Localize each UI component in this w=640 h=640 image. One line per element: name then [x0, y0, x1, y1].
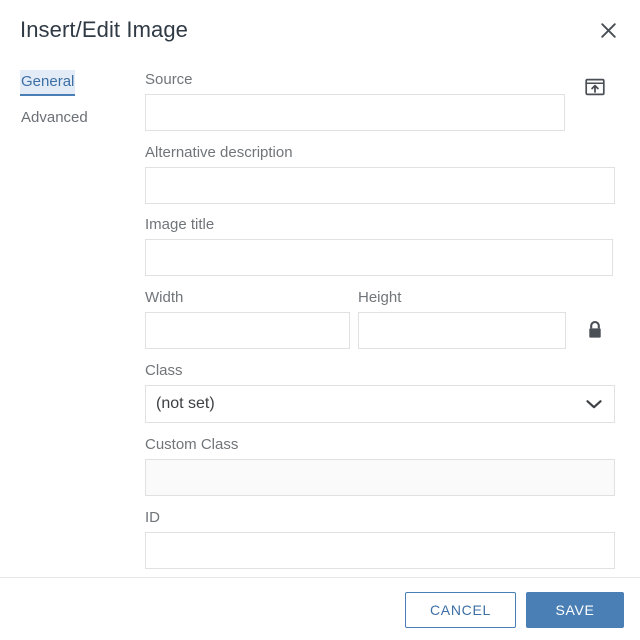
alt-description-label: Alternative description: [145, 144, 293, 161]
dialog-tab-rail: General Advanced: [20, 70, 130, 142]
close-icon: [600, 22, 617, 39]
lock-closed-icon: [586, 320, 604, 343]
id-label: ID: [145, 509, 160, 526]
class-label: Class: [145, 362, 183, 379]
id-input[interactable]: [145, 532, 615, 569]
field-custom-class: Custom Class: [145, 435, 620, 496]
alt-description-input[interactable]: [145, 167, 615, 204]
constrain-proportions-button[interactable]: [580, 313, 610, 349]
custom-class-label: Custom Class: [145, 436, 239, 453]
image-title-input[interactable]: [145, 239, 613, 276]
field-id: ID: [145, 508, 620, 569]
save-button[interactable]: SAVE: [526, 592, 624, 628]
class-select[interactable]: (not set): [145, 385, 615, 423]
dialog-header: Insert/Edit Image: [0, 0, 640, 58]
tab-advanced[interactable]: Advanced: [20, 106, 89, 130]
height-input[interactable]: [358, 312, 566, 349]
dialog-footer: CANCEL SAVE: [0, 578, 640, 640]
insert-edit-image-dialog: Insert/Edit Image General Advanced Sourc…: [0, 0, 640, 640]
browse-source-button[interactable]: [578, 70, 612, 107]
custom-class-input[interactable]: [145, 459, 615, 496]
dialog-title: Insert/Edit Image: [20, 17, 188, 42]
close-button[interactable]: [592, 14, 624, 46]
source-label: Source: [145, 71, 193, 88]
image-title-label: Image title: [145, 216, 215, 233]
field-alt-description: Alternative description: [145, 143, 620, 204]
class-select-value: (not set): [156, 395, 215, 412]
field-image-title: Image title: [145, 215, 620, 276]
source-input[interactable]: [145, 94, 565, 131]
width-label: Width: [145, 289, 184, 306]
height-label: Height: [358, 289, 402, 306]
width-input[interactable]: [145, 312, 350, 349]
cancel-button[interactable]: CANCEL: [405, 592, 516, 628]
image-form: Source Alternative description Image tit…: [145, 70, 620, 569]
upload-image-icon: [584, 76, 606, 101]
field-dimensions: Width Height: [145, 288, 620, 349]
field-source: Source: [145, 70, 620, 131]
tab-general[interactable]: General: [20, 70, 76, 96]
field-class: Class (not set): [145, 361, 620, 423]
